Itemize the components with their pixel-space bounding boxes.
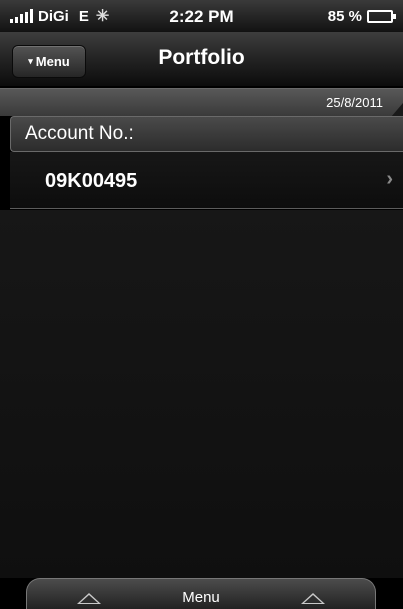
battery-indicator: 85 % (327, 8, 396, 25)
battery-icon (367, 10, 396, 23)
date-strip: 25/8/2011 (0, 88, 403, 117)
page-title: Portfolio (158, 46, 245, 69)
account-section-header: Account No.: (10, 116, 403, 152)
navigation-bar: ▾ Menu Portfolio (0, 32, 403, 87)
arrow-up-right-icon (301, 593, 325, 604)
bottom-bar: Menu (0, 578, 403, 609)
battery-percent: 85 % (327, 8, 362, 25)
content-area (0, 210, 403, 580)
corner-fold-icon (391, 103, 403, 117)
status-bar: DiGi E ✳ 2:22 PM 85 % (0, 0, 403, 32)
bottom-menu-tab[interactable]: Menu (26, 578, 376, 609)
account-number: 09K00495 (45, 170, 138, 192)
chevron-right-icon: › (386, 168, 393, 190)
date-label: 25/8/2011 (326, 95, 383, 110)
account-list-item[interactable]: 09K00495 › (10, 152, 403, 209)
